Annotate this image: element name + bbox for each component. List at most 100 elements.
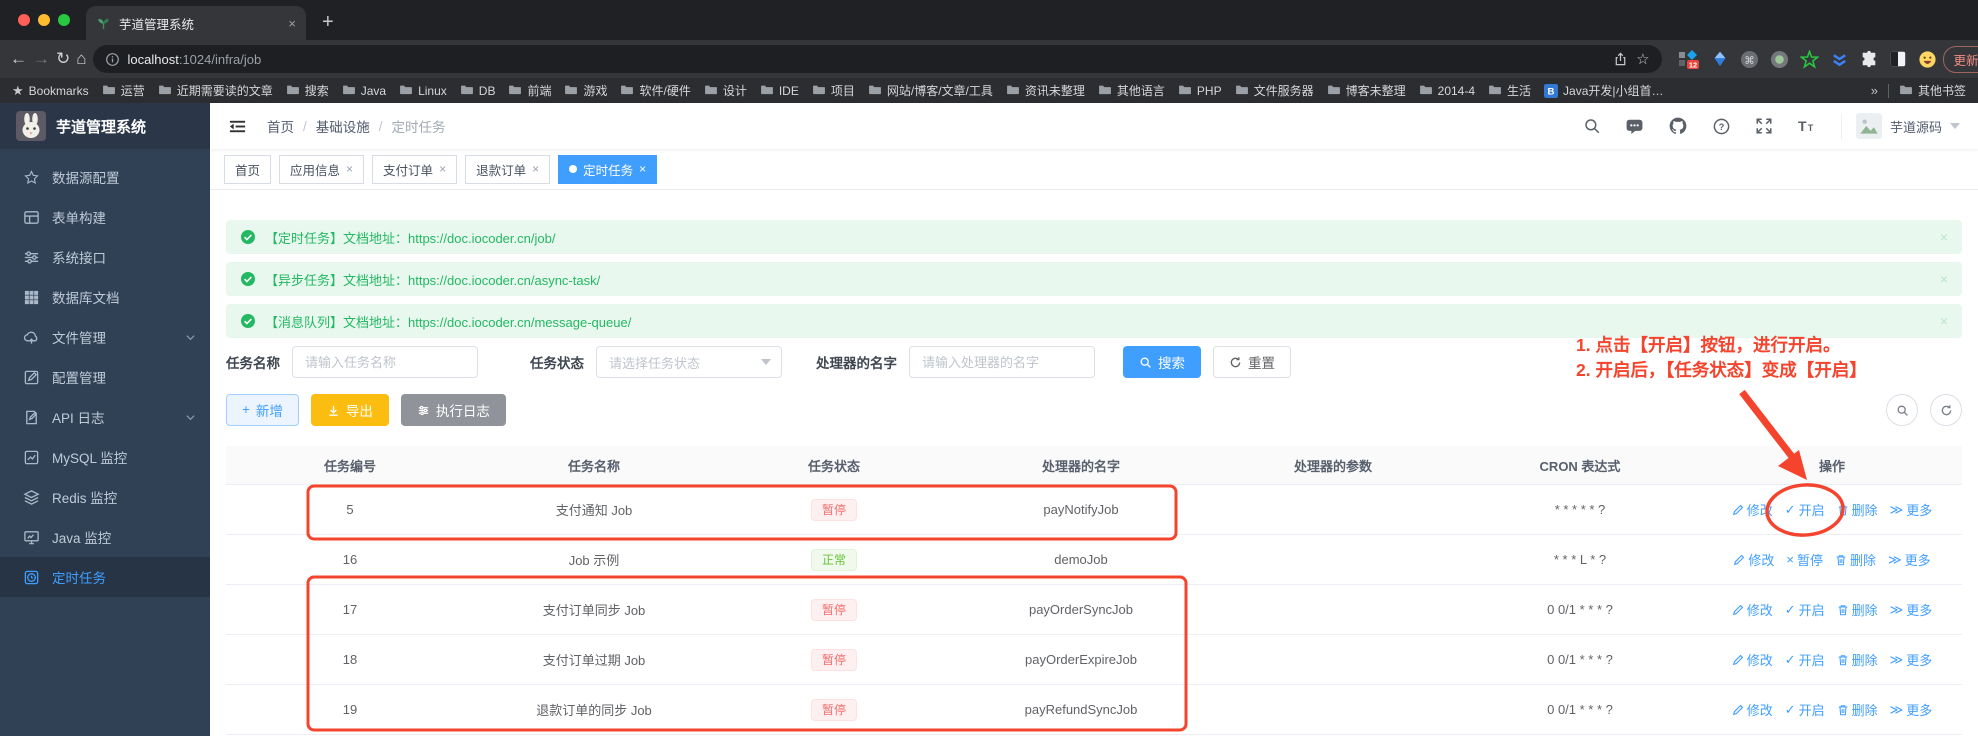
bookmark-item[interactable]: 2014-4 (1419, 84, 1475, 98)
handler-name-input[interactable] (909, 346, 1095, 378)
bookmark-item[interactable]: Linux (399, 84, 447, 98)
close-tag-icon[interactable]: × (439, 162, 446, 176)
sidebar-item-系统接口[interactable]: 系统接口 (0, 237, 210, 277)
toggle-search-button[interactable] (1886, 394, 1918, 426)
bookmark-item[interactable]: 其他语言 (1098, 82, 1165, 99)
修改-action-link[interactable]: 修改 (1733, 550, 1774, 569)
grid-diamond-ext[interactable]: 12 (1678, 48, 1700, 70)
sidebar-item-表单构建[interactable]: 表单构建 (0, 197, 210, 237)
暂停-action-link[interactable]: × 暂停 (1786, 550, 1823, 569)
close-icon[interactable]: × (1940, 271, 1948, 287)
minimize-window-button[interactable] (38, 14, 50, 26)
更多-action-link[interactable]: ≫ 更多 (1888, 550, 1931, 569)
share-icon[interactable] (1613, 52, 1628, 67)
close-window-button[interactable] (18, 14, 30, 26)
bookmark-item[interactable]: 搜索 (286, 82, 329, 99)
sidebar-item-文件管理[interactable]: 文件管理 (0, 317, 210, 357)
执行日志-button[interactable]: 执行日志 (400, 394, 506, 426)
new-tab-button[interactable]: + (322, 11, 334, 34)
bookmark-star-icon[interactable]: ☆ (1636, 50, 1649, 68)
kite-ext[interactable] (1711, 50, 1729, 68)
contrast-ext[interactable] (1889, 50, 1907, 68)
close-tag-icon[interactable]: × (346, 162, 353, 176)
menu-fold-icon[interactable] (228, 117, 247, 136)
close-icon[interactable]: × (1940, 313, 1948, 329)
browser-tab[interactable]: 芋道管理系统 × (86, 6, 306, 40)
bookmark-item[interactable]: 文件服务器 (1235, 82, 1314, 99)
sidebar-item-数据源配置[interactable]: 数据源配置 (0, 157, 210, 197)
修改-action-link[interactable]: 修改 (1732, 500, 1773, 519)
breadcrumb-item[interactable]: 首页 (267, 116, 294, 136)
home-icon[interactable]: ⌂ (76, 49, 86, 69)
bookmark-item[interactable]: IDE (760, 84, 799, 98)
user-menu[interactable]: 芋道源码 (1840, 113, 1960, 139)
page-tag-支付订单[interactable]: 支付订单 × (372, 154, 458, 184)
删除-action-link[interactable]: 删除 (1837, 500, 1878, 519)
bookmark-item[interactable]: 运营 (102, 82, 145, 99)
emoji-ext[interactable] (1918, 50, 1937, 69)
bookmark-item[interactable]: 博客未整理 (1327, 82, 1406, 99)
bookmark-item[interactable]: 项目 (812, 82, 855, 99)
bookmark-item[interactable]: B Java开发|小组首… (1544, 82, 1664, 99)
开启-action-link[interactable]: ✓ 开启 (1785, 700, 1825, 719)
page-tag-定时任务[interactable]: 定时任务 × (558, 154, 658, 184)
breadcrumb-item[interactable]: 基础设施 (316, 116, 370, 136)
cmd-ext[interactable]: ⌘ (1740, 50, 1759, 69)
green-star-ext[interactable] (1799, 49, 1819, 69)
新增-button[interactable]: + 新增 (226, 394, 299, 426)
sidebar-item-MySQL 监控[interactable]: MySQL 监控 (0, 437, 210, 477)
chevrons-ext[interactable] (1830, 50, 1849, 69)
refresh-table-button[interactable] (1930, 394, 1962, 426)
forward-icon[interactable]: → (33, 49, 50, 69)
github-icon[interactable] (1668, 116, 1688, 136)
question-icon[interactable]: ? (1712, 117, 1731, 136)
reset-button[interactable]: 重置 (1213, 346, 1291, 378)
close-tag-icon[interactable]: × (532, 162, 539, 176)
page-tag-首页[interactable]: 首页 (224, 154, 272, 184)
address-bar[interactable]: localhost:1024/infra/job ☆ (92, 45, 1662, 73)
close-icon[interactable]: × (1940, 229, 1948, 245)
导出-button[interactable]: 导出 (310, 394, 389, 426)
task-name-input[interactable] (292, 346, 478, 378)
sidebar-item-Redis 监控[interactable]: Redis 监控 (0, 477, 210, 517)
bookmarks-manager[interactable]: ★ Bookmarks (12, 83, 89, 99)
sidebar-item-API 日志[interactable]: API 日志 (0, 397, 210, 437)
fontsize-icon[interactable]: TT (1797, 117, 1817, 135)
删除-action-link[interactable]: 删除 (1837, 650, 1878, 669)
sidebar-item-定时任务[interactable]: 定时任务 (0, 557, 210, 597)
bookmark-item[interactable]: 生活 (1488, 82, 1531, 99)
bookmarks-overflow-chevron[interactable]: » (1871, 83, 1878, 98)
更多-action-link[interactable]: ≫ 更多 (1890, 600, 1933, 619)
修改-action-link[interactable]: 修改 (1732, 700, 1773, 719)
task-status-select[interactable]: 请选择任务状态 (596, 346, 782, 378)
other-bookmarks-folder[interactable]: 其他书签 (1899, 82, 1966, 99)
chat-icon[interactable] (1625, 117, 1644, 136)
page-tag-退款订单[interactable]: 退款订单 × (465, 154, 551, 184)
window-controls[interactable] (0, 14, 86, 26)
更多-action-link[interactable]: ≫ 更多 (1890, 500, 1933, 519)
search-icon[interactable] (1583, 117, 1601, 135)
更多-action-link[interactable]: ≫ 更多 (1890, 700, 1933, 719)
sidebar-item-配置管理[interactable]: 配置管理 (0, 357, 210, 397)
bookmark-item[interactable]: 前端 (508, 82, 551, 99)
bookmark-item[interactable]: 近期需要读的文章 (158, 82, 273, 99)
更多-action-link[interactable]: ≫ 更多 (1890, 650, 1933, 669)
bookmark-item[interactable]: 软件/硬件 (620, 82, 691, 99)
bookmark-item[interactable]: PHP (1178, 84, 1222, 98)
page-tag-应用信息[interactable]: 应用信息 × (279, 154, 365, 184)
删除-action-link[interactable]: 删除 (1837, 700, 1878, 719)
reload-icon[interactable]: ↻ (56, 49, 70, 69)
chrome-update-button[interactable]: 更新 (1942, 45, 1978, 73)
删除-action-link[interactable]: 删除 (1835, 550, 1876, 569)
bookmark-item[interactable]: Java (342, 84, 386, 98)
back-icon[interactable]: ← (10, 49, 27, 69)
bookmark-item[interactable]: 网站/博客/文章/工具 (868, 82, 993, 99)
删除-action-link[interactable]: 删除 (1837, 600, 1878, 619)
zoom-window-button[interactable] (58, 14, 70, 26)
开启-action-link[interactable]: ✓ 开启 (1785, 650, 1825, 669)
close-tag-icon[interactable]: × (639, 162, 646, 176)
close-tab-icon[interactable]: × (288, 16, 296, 31)
bookmark-item[interactable]: 资讯未整理 (1006, 82, 1085, 99)
sidebar-item-数据库文档[interactable]: 数据库文档 (0, 277, 210, 317)
开启-action-link[interactable]: ✓ 开启 (1785, 500, 1825, 519)
